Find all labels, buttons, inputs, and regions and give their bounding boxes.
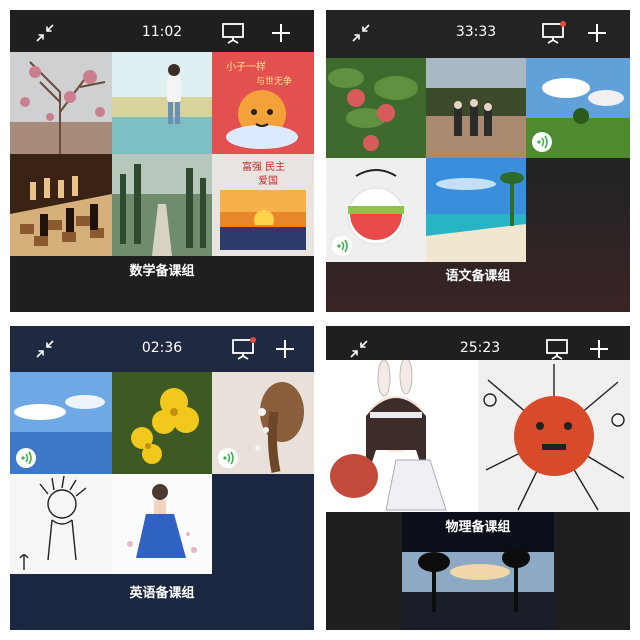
meeting-topbar: 33:33 xyxy=(326,10,630,55)
participant-video-tile[interactable] xyxy=(112,474,212,574)
tile-caption: 富强 民主 xyxy=(242,162,286,173)
plus-icon[interactable] xyxy=(590,340,608,358)
screen-share-icon[interactable] xyxy=(546,338,568,360)
voice-wave-icon xyxy=(16,448,36,468)
participant-video-tile[interactable] xyxy=(10,474,112,574)
meeting-timer: 33:33 xyxy=(455,24,497,40)
participant-video-tile[interactable] xyxy=(10,372,112,474)
collapse-arrows-icon[interactable] xyxy=(350,340,368,358)
participant-video-tile[interactable] xyxy=(10,52,112,154)
participant-video-tile[interactable] xyxy=(112,52,212,154)
plus-icon[interactable] xyxy=(272,24,290,42)
meeting-topbar: 02:36 xyxy=(10,326,314,371)
group-name: 语文备课组 xyxy=(445,269,511,284)
participant-video-tile[interactable] xyxy=(326,158,426,262)
participant-video-tile[interactable] xyxy=(426,58,526,158)
meeting-timer: 11:02 xyxy=(141,24,183,40)
participant-video-tile[interactable] xyxy=(526,58,630,158)
participant-video-tile[interactable] xyxy=(478,360,630,512)
group-name: 数学备课组 xyxy=(129,264,195,279)
group-name: 英语备课组 xyxy=(129,586,195,601)
red-dot-icon xyxy=(250,337,256,343)
tile-caption: 爱国 xyxy=(258,176,278,187)
collapse-arrows-icon[interactable] xyxy=(36,340,54,358)
tile-caption: 小子一样 xyxy=(226,62,266,73)
voice-wave-icon xyxy=(532,132,552,152)
participant-video-tile[interactable] xyxy=(326,360,478,512)
red-dot-icon xyxy=(560,21,566,27)
meeting-panel-english: 02:36 英语备课组 xyxy=(10,326,314,630)
meeting-panel-physics: 25:23 物理备课组 xyxy=(326,326,630,630)
participant-video-tile[interactable]: 小子一样 与世无争 xyxy=(212,52,314,154)
meeting-timer: 02:36 xyxy=(141,340,183,356)
group-name: 物理备课组 xyxy=(445,520,511,535)
meeting-panel-chinese: 33:33 语文备课组 xyxy=(326,10,630,312)
voice-wave-icon xyxy=(332,236,352,256)
participant-video-tile[interactable] xyxy=(212,372,314,474)
voice-wave-icon xyxy=(218,448,238,468)
plus-icon[interactable] xyxy=(588,24,606,42)
tile-caption: 与世无争 xyxy=(256,77,293,87)
participant-video-tile[interactable] xyxy=(112,154,212,256)
meeting-topbar: 11:02 xyxy=(10,10,314,55)
participant-video-tile[interactable] xyxy=(326,58,426,158)
participant-video-tile[interactable] xyxy=(112,372,212,474)
participant-video-tile[interactable]: 富强 民主 爱国 xyxy=(212,154,314,256)
participant-video-tile[interactable] xyxy=(426,158,526,262)
collapse-arrows-icon[interactable] xyxy=(36,24,54,42)
collapse-arrows-icon[interactable] xyxy=(352,24,370,42)
screen-share-icon[interactable] xyxy=(222,22,244,44)
meeting-panel-math: 11:02 小子一样 与世无争 富强 民主 爱国 数学备课组 xyxy=(10,10,314,312)
participant-video-tile[interactable] xyxy=(10,154,112,256)
plus-icon[interactable] xyxy=(276,340,294,358)
